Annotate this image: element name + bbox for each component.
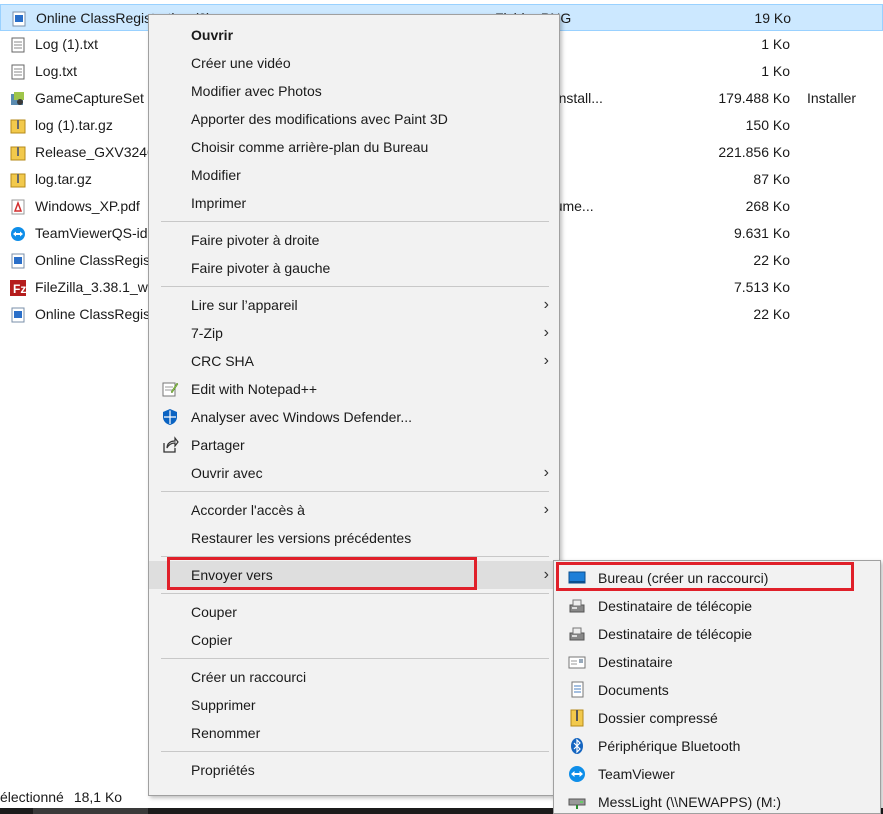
network-drive-icon [568,798,586,809]
installer-icon [11,92,24,105]
archive-icon [10,146,26,161]
menu-item-rename[interactable]: Renommer [149,719,559,747]
pdf-icon [11,199,25,215]
send-to-submenu: Bureau (créer un raccourci) Destinataire… [553,560,881,814]
submenu-item-zip[interactable]: Dossier compressé [554,704,880,732]
status-bar: électionné 18,1 Ko [0,788,122,806]
menu-item-edit[interactable]: Modifier [149,161,559,189]
fax-icon [569,627,585,641]
text-file-icon [11,64,25,80]
teamviewer-icon [11,227,25,241]
selection-size: 18,1 Ko [73,789,123,805]
menu-item-share[interactable]: Partager [149,431,559,459]
menu-item-properties[interactable]: Propriétés [149,756,559,784]
selection-label: électionné [0,789,64,805]
menu-separator [161,491,549,492]
submenu-item-documents[interactable]: Documents [554,676,880,704]
teamviewer-icon [569,766,585,782]
svg-text:Fz: Fz [13,282,26,296]
archive-icon [10,119,26,134]
submenu-item-fax[interactable]: Destinataire de télécopie [554,620,880,648]
menu-item-grant-access[interactable]: Accorder l'accès à › [149,496,559,524]
notepadpp-icon [162,382,179,397]
menu-item-restore-versions[interactable]: Restaurer les versions précédentes [149,524,559,552]
menu-item-paint3d[interactable]: Apporter des modifications avec Paint 3D [149,105,559,133]
menu-item-print[interactable]: Imprimer [149,189,559,217]
submenu-item-teamviewer[interactable]: TeamViewer [554,760,880,788]
submenu-item-bluetooth[interactable]: Périphérique Bluetooth [554,732,880,760]
menu-item-defender-scan[interactable]: Analyser avec Windows Defender... [149,403,559,431]
menu-separator [161,286,549,287]
image-file-icon [12,11,26,27]
text-file-icon [11,37,25,53]
menu-item-delete[interactable]: Supprimer [149,691,559,719]
menu-item-play-on-device[interactable]: Lire sur l’appareil › [149,291,559,319]
menu-item-rotate-right[interactable]: Faire pivoter à droite [149,226,559,254]
menu-item-7zip[interactable]: 7-Zip › [149,319,559,347]
shield-icon [163,409,177,425]
menu-item-edit-photos[interactable]: Modifier avec Photos [149,77,559,105]
highlight-box [167,557,477,590]
menu-item-cut[interactable]: Couper [149,598,559,626]
image-file-icon [11,307,25,323]
menu-separator [161,593,549,594]
menu-item-create-shortcut[interactable]: Créer un raccourci [149,663,559,691]
menu-separator [161,658,549,659]
archive-icon [10,173,26,188]
bluetooth-icon [571,738,583,754]
menu-item-notepadpp[interactable]: Edit with Notepad++ [149,375,559,403]
image-file-icon [11,253,25,269]
menu-item-copy[interactable]: Copier [149,626,559,654]
filezilla-icon: Fz [10,280,26,296]
taskbar-segment [33,808,148,814]
menu-item-create-video[interactable]: Créer une vidéo [149,49,559,77]
menu-item-set-wallpaper[interactable]: Choisir comme arrière-plan du Bureau [149,133,559,161]
submenu-item-network-drive[interactable]: MessLight (\\NEWAPPS) (M:) [554,788,880,814]
submenu-item-mail-recipient[interactable]: Destinataire [554,648,880,676]
context-menu: Ouvrir Créer une vidéo Modifier avec Pho… [148,14,560,796]
menu-separator [161,221,549,222]
mail-recipient-icon [568,656,586,669]
menu-separator [161,751,549,752]
zip-folder-icon [570,709,584,727]
chevron-right-icon: › [543,352,549,369]
menu-item-open-with[interactable]: Ouvrir avec › [149,459,559,487]
chevron-right-icon: › [543,501,549,518]
menu-item-open[interactable]: Ouvrir [149,21,559,49]
chevron-right-icon: › [543,464,549,481]
share-icon [163,436,179,453]
chevron-right-icon: › [543,296,549,313]
documents-icon [571,681,584,698]
submenu-item-fax[interactable]: Destinataire de télécopie [554,592,880,620]
highlight-box [556,562,854,591]
chevron-right-icon: › [543,324,549,341]
menu-item-crc-sha[interactable]: CRC SHA › [149,347,559,375]
menu-item-rotate-left[interactable]: Faire pivoter à gauche [149,254,559,282]
fax-icon [569,599,585,613]
chevron-right-icon: › [543,566,549,583]
